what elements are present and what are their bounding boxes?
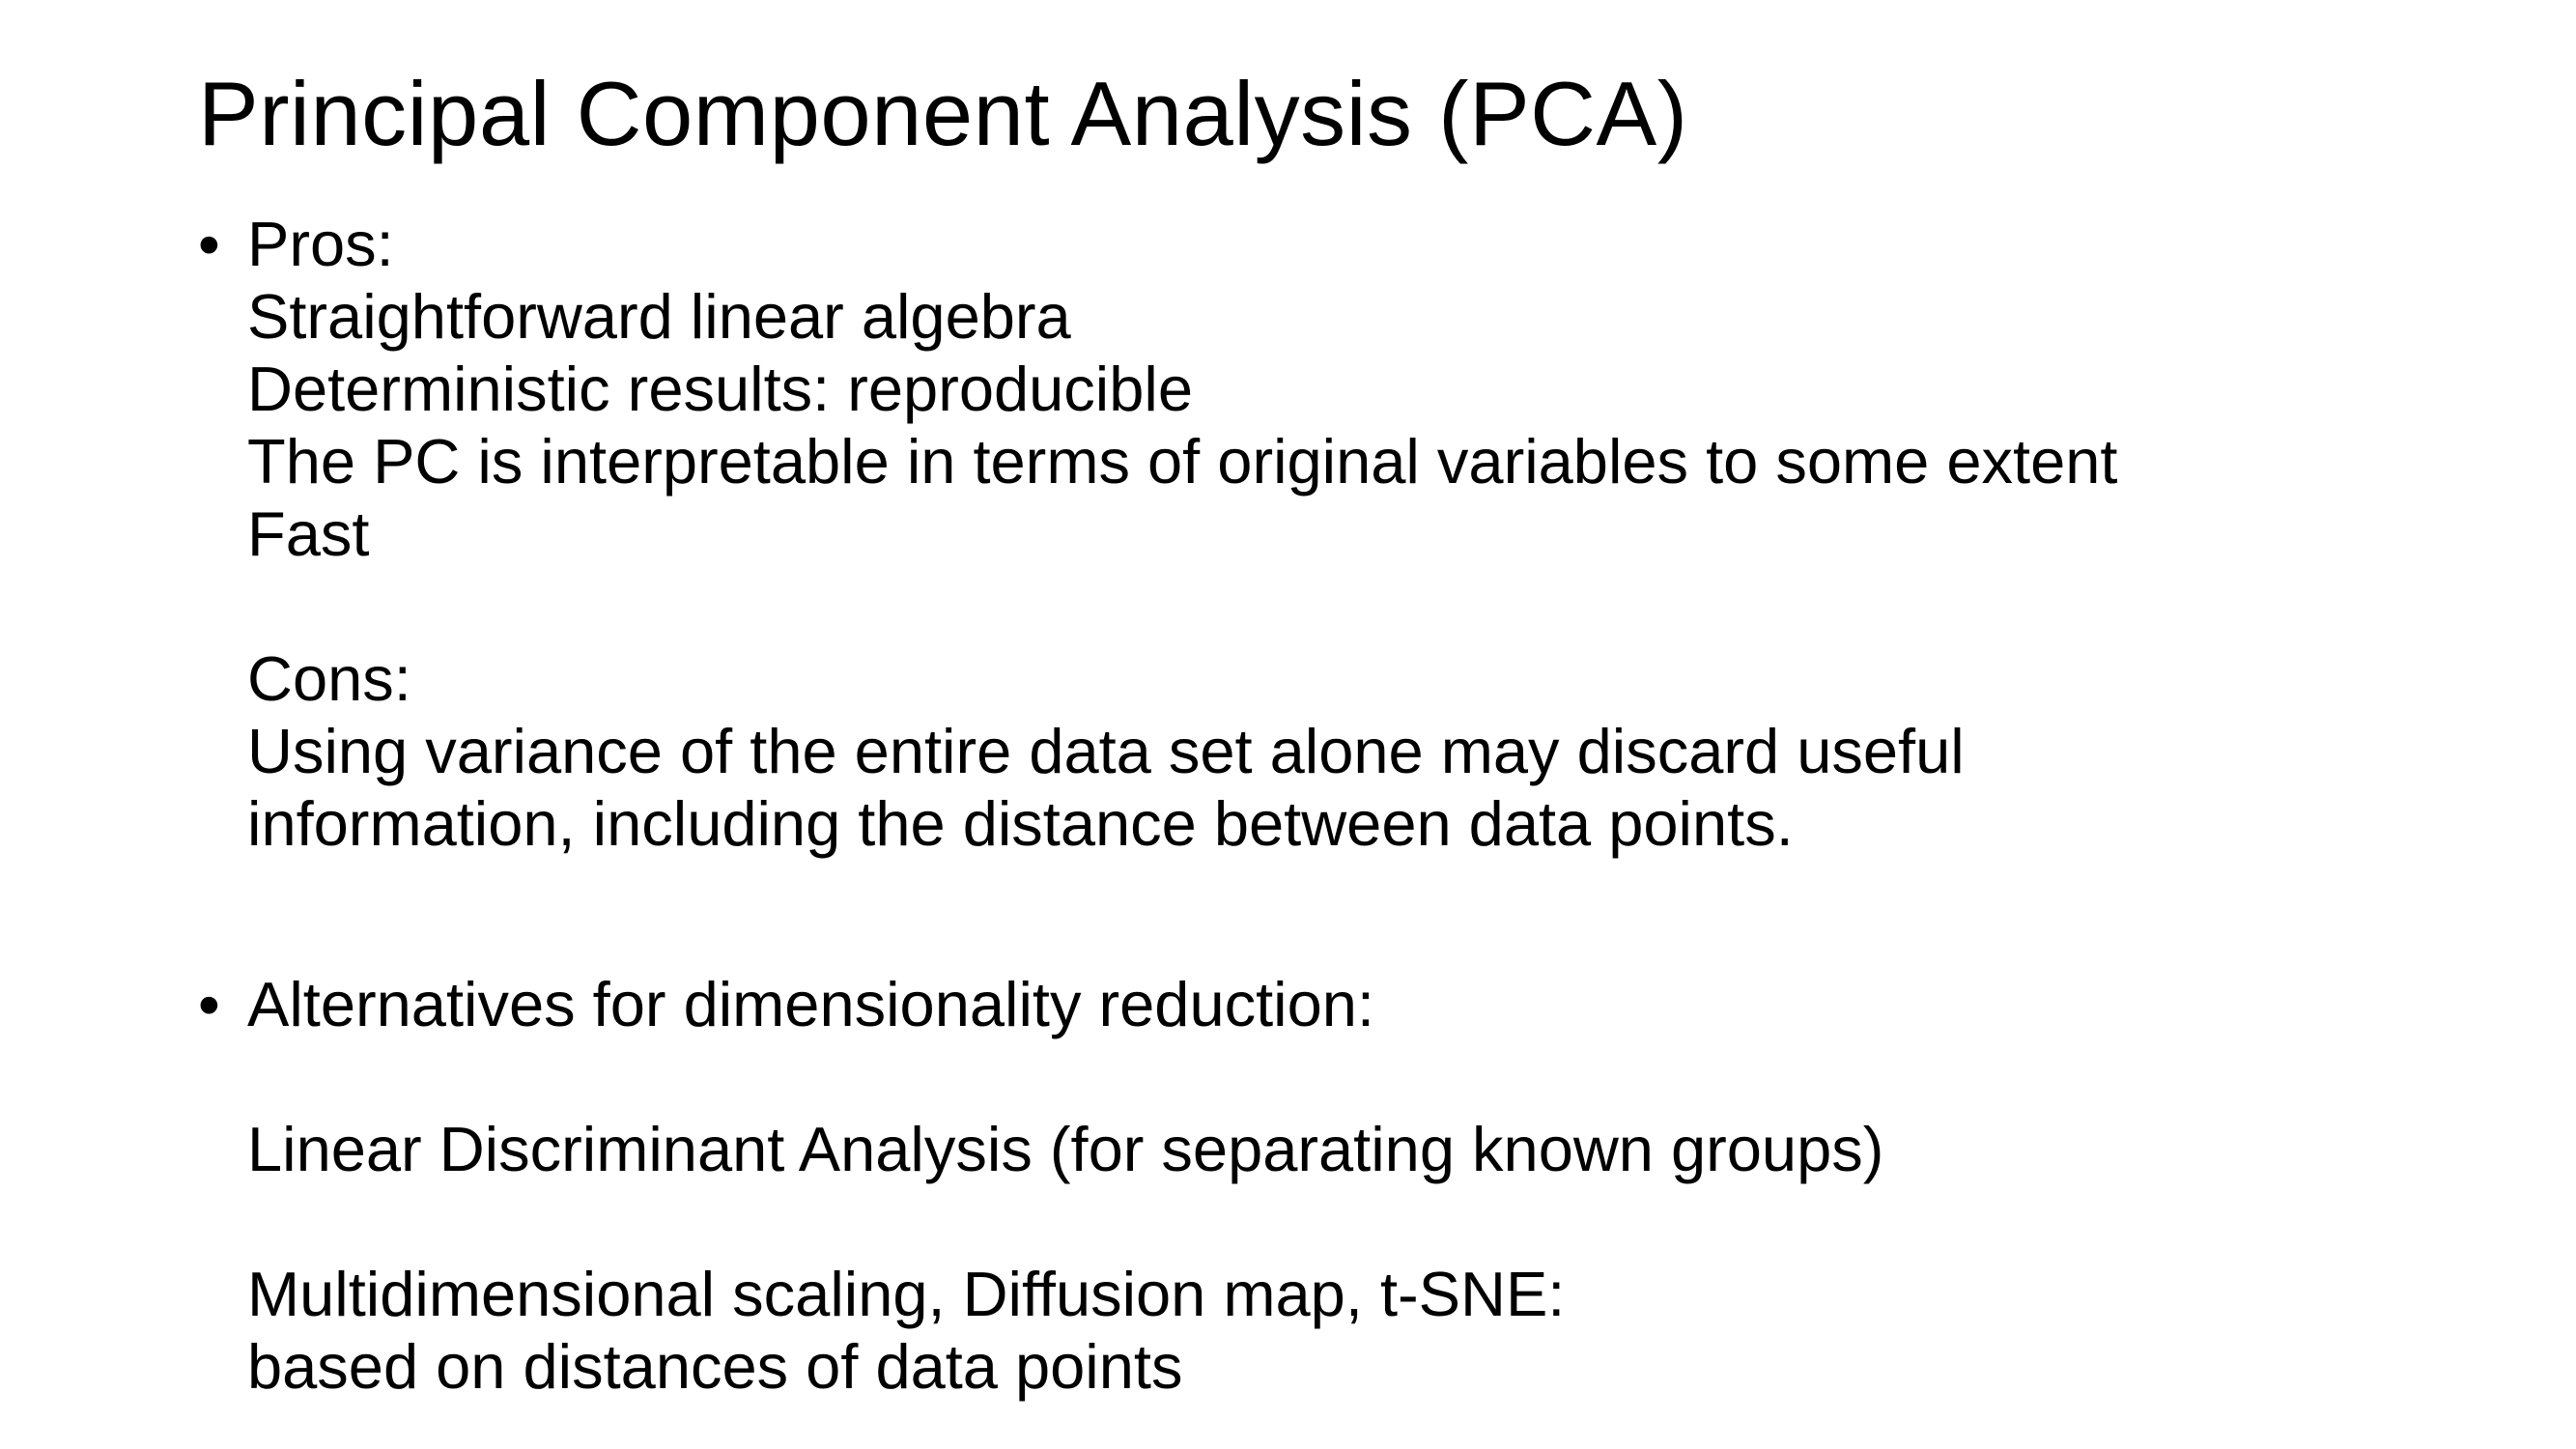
cons-heading: Cons:	[247, 643, 411, 714]
bullet-pros-cons: • Pros: Straightforward linear algebra D…	[198, 208, 2420, 860]
bullet-marker: •	[198, 209, 220, 279]
alternative-mds-line-1: Multidimensional scaling, Diffusion map,…	[247, 1259, 1566, 1329]
cons-item-line-1: Using variance of the entire data set al…	[247, 716, 1965, 786]
alternative-mds-line-2: based on distances of data points	[247, 1331, 1183, 1402]
slide-body: • Pros: Straightforward linear algebra D…	[198, 208, 2420, 1403]
alternatives-heading: Alternatives for dimensionality reductio…	[247, 969, 1374, 1039]
pros-item-linear-algebra: Straightforward linear algebra	[247, 281, 1071, 352]
pros-heading: Pros:	[247, 209, 394, 279]
bullet-marker: •	[198, 969, 220, 1039]
bullet-alternatives: • Alternatives for dimensionality reduct…	[198, 968, 2420, 1403]
alternative-lda: Linear Discriminant Analysis (for separa…	[247, 1114, 1884, 1184]
pros-item-fast: Fast	[247, 498, 370, 569]
cons-item-line-2: information, including the distance betw…	[247, 788, 1794, 859]
pros-item-deterministic: Deterministic results: reproducible	[247, 354, 1193, 424]
slide-title: Principal Component Analysis (PCA)	[198, 63, 1688, 164]
pros-item-interpretable: The PC is interpretable in terms of orig…	[247, 426, 2118, 497]
slide: Principal Component Analysis (PCA) • Pro…	[0, 0, 2576, 1449]
